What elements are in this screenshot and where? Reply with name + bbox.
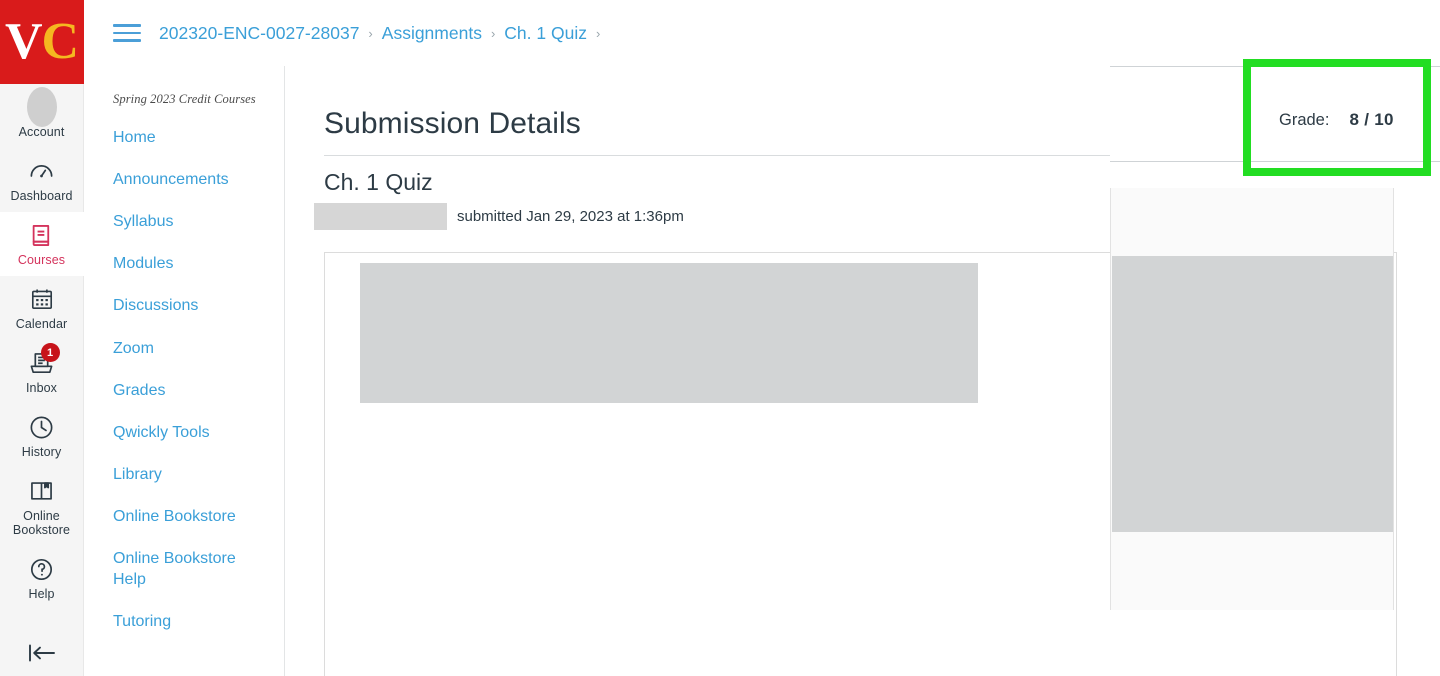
- sidebar-item-online-bookstore[interactable]: Online Bookstore: [113, 506, 261, 527]
- global-nav-item-calendar[interactable]: Calendar: [0, 276, 84, 340]
- global-nav-item-online-bookstore[interactable]: Online Bookstore: [0, 468, 84, 546]
- chevron-right-icon: ›: [490, 25, 496, 41]
- canvas-submission-details-page: VC Account Dashboard Courses Calendar 1 …: [0, 0, 1440, 676]
- global-nav-label-inbox: Inbox: [25, 381, 58, 395]
- logo-letter-v: V: [4, 13, 43, 70]
- submission-preview-side-panel[interactable]: [1110, 188, 1394, 610]
- question-circle-icon: [27, 554, 57, 584]
- page-title: Submission Details: [324, 107, 581, 140]
- sidebar-item-tutoring[interactable]: Tutoring: [113, 611, 261, 632]
- sidebar-item-zoom[interactable]: Zoom: [113, 338, 261, 359]
- global-nav-item-account[interactable]: Account: [0, 84, 84, 148]
- courses-book-icon: [27, 220, 57, 250]
- global-navigation-sidebar: VC Account Dashboard Courses Calendar 1 …: [0, 0, 84, 676]
- open-book-icon: [27, 476, 57, 506]
- global-nav-label-online-bookstore: Online Bookstore: [12, 509, 71, 537]
- collapse-left-arrow-icon[interactable]: [0, 636, 84, 670]
- global-nav-item-inbox[interactable]: 1 Inbox: [0, 340, 84, 404]
- submission-side-content-redacted: [1112, 256, 1393, 532]
- global-nav-item-dashboard[interactable]: Dashboard: [0, 148, 84, 212]
- sidebar-item-grades[interactable]: Grades: [113, 380, 261, 401]
- submitter-row: submitted Jan 29, 2023 at 1:36pm: [314, 203, 684, 230]
- sidebar-item-home[interactable]: Home: [113, 127, 261, 148]
- assignment-title: Ch. 1 Quiz: [324, 169, 433, 195]
- global-nav-label-help: Help: [28, 587, 55, 601]
- hamburger-menu-icon[interactable]: [113, 22, 141, 44]
- global-nav-label-dashboard: Dashboard: [10, 189, 73, 203]
- chevron-right-icon: ›: [595, 25, 601, 41]
- sidebar-item-announcements[interactable]: Announcements: [113, 169, 261, 190]
- course-navigation-sidebar: Spring 2023 Credit Courses Home Announce…: [85, 66, 285, 676]
- user-avatar-icon: [26, 87, 57, 127]
- sidebar-item-online-bookstore-help[interactable]: Online Bookstore Help: [113, 548, 261, 590]
- grade-label: Grade:: [1279, 111, 1330, 129]
- submission-content-redacted: [360, 263, 978, 403]
- chevron-right-icon: ›: [368, 25, 373, 41]
- grade-value: 8 / 10: [1349, 110, 1394, 129]
- submitted-timestamp: submitted Jan 29, 2023 at 1:36pm: [457, 208, 684, 225]
- sidebar-item-modules[interactable]: Modules: [113, 253, 261, 274]
- global-nav-item-courses[interactable]: Courses: [0, 212, 84, 276]
- sidebar-item-discussions[interactable]: Discussions: [113, 295, 261, 316]
- grade-display: Grade: 8 / 10: [1279, 110, 1394, 130]
- global-nav-label-courses: Courses: [17, 253, 66, 267]
- dashboard-gauge-icon: [27, 156, 57, 186]
- top-breadcrumb-bar: 202320-ENC-0027-28037 › Assignments › Ch…: [85, 0, 1440, 66]
- breadcrumb-item-quiz[interactable]: Ch. 1 Quiz: [504, 23, 587, 44]
- breadcrumb-item-assignments[interactable]: Assignments: [382, 23, 482, 44]
- inbox-unread-badge: 1: [40, 343, 60, 362]
- global-nav-label-calendar: Calendar: [15, 317, 68, 331]
- sidebar-item-library[interactable]: Library: [113, 464, 261, 485]
- logo-letter-c: C: [41, 13, 80, 70]
- global-nav-label-history: History: [21, 445, 62, 459]
- breadcrumb-item-course[interactable]: 202320-ENC-0027-28037: [159, 23, 359, 44]
- global-nav-item-help[interactable]: Help: [0, 546, 84, 610]
- sidebar-item-syllabus[interactable]: Syllabus: [113, 211, 261, 232]
- breadcrumb: 202320-ENC-0027-28037 › Assignments › Ch…: [159, 23, 600, 44]
- inbox-tray-icon: 1: [27, 343, 60, 378]
- clock-history-icon: [27, 412, 57, 442]
- course-term-label: Spring 2023 Credit Courses: [113, 92, 256, 106]
- institution-logo[interactable]: VC: [0, 0, 84, 84]
- global-nav-label-account: Account: [18, 125, 65, 139]
- submitter-name-redacted: [314, 203, 447, 230]
- calendar-icon: [27, 284, 57, 314]
- sidebar-item-qwickly-tools[interactable]: Qwickly Tools: [113, 422, 261, 443]
- global-nav-item-history[interactable]: History: [0, 404, 84, 468]
